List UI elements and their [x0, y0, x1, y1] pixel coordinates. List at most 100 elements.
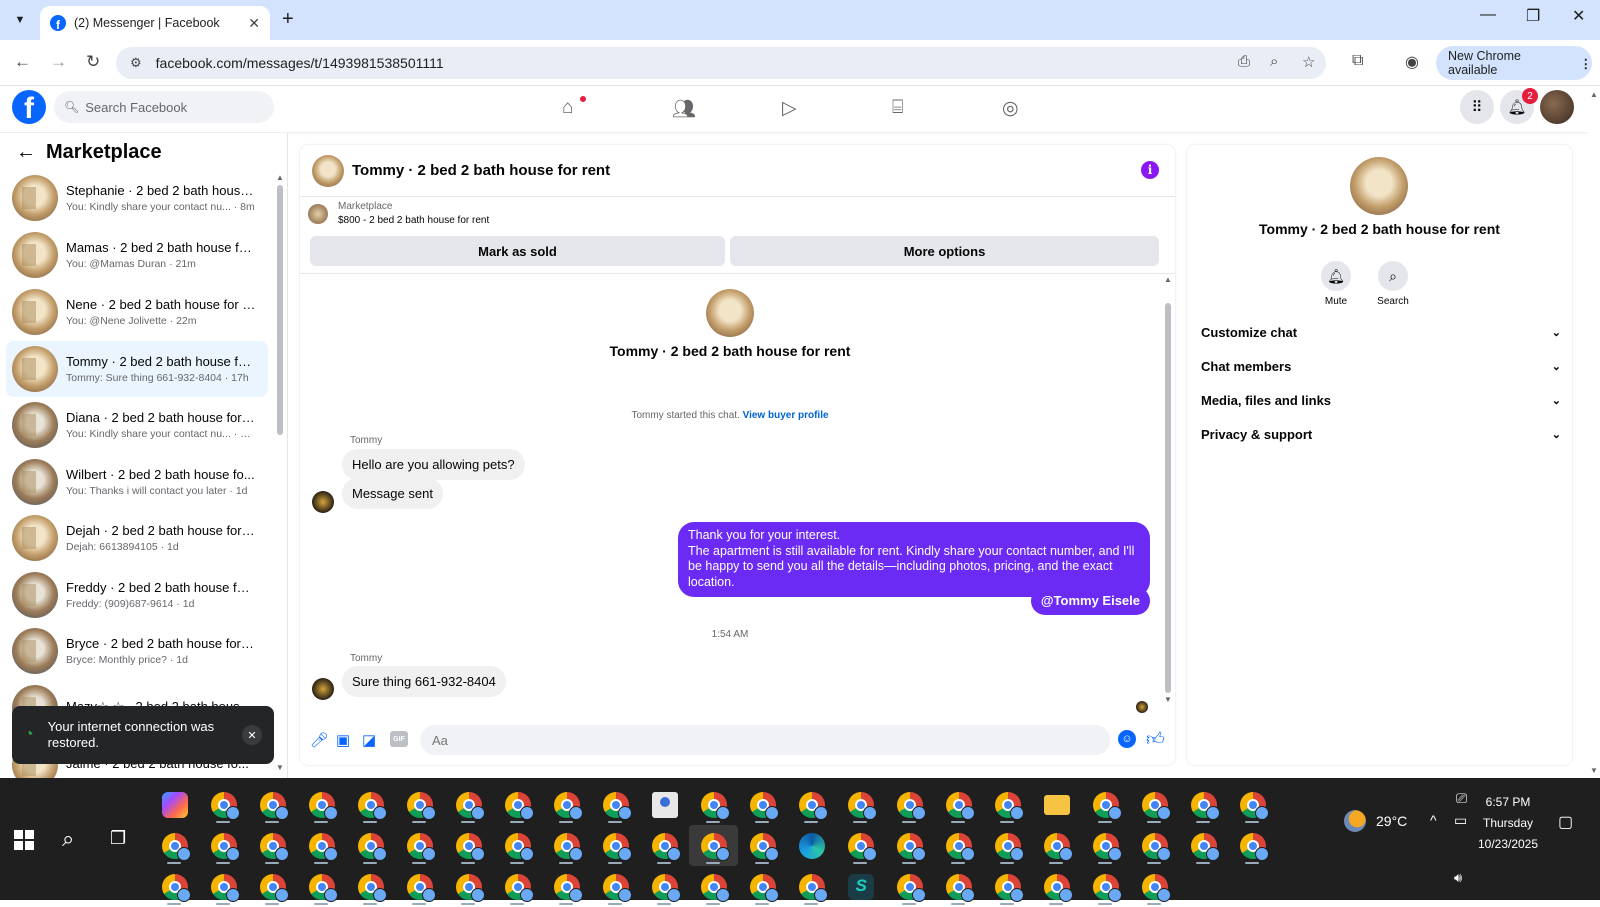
chrome-app-icon[interactable] [640, 866, 689, 907]
scroll-down-arrow-icon[interactable]: ▼ [276, 763, 284, 772]
details-avatar[interactable] [1350, 157, 1408, 215]
scroll-up-arrow-icon[interactable]: ▲ [1590, 90, 1598, 99]
chrome-app-icon[interactable] [542, 825, 591, 866]
mark-as-sold-button[interactable]: Mark as sold [310, 236, 725, 266]
scroll-down-arrow-icon[interactable]: ▼ [1164, 695, 1172, 704]
chrome-app-icon[interactable] [346, 784, 395, 825]
chrome-app-icon[interactable] [1032, 825, 1081, 866]
chrome-app-icon-active[interactable] [689, 825, 738, 866]
back-icon[interactable]: ← [14, 52, 31, 72]
meet-now-icon[interactable]: ⎚ [1456, 790, 1467, 807]
attach-photo-icon[interactable]: ▣ [336, 731, 350, 749]
conversation-item[interactable]: Bryce · 2 bed 2 bath house for r... Bryce… [6, 623, 268, 679]
sender-avatar[interactable] [312, 678, 334, 700]
site-info-icon[interactable]: ⚙ [130, 55, 142, 71]
chrome-app-icon[interactable] [297, 825, 346, 866]
outgoing-message[interactable]: Thank you for your interest. The apartme… [678, 522, 1150, 597]
chrome-app-icon[interactable] [1032, 866, 1081, 907]
chrome-app-icon[interactable] [885, 784, 934, 825]
copilot-app-icon[interactable] [150, 784, 199, 825]
chrome-app-icon[interactable] [1130, 784, 1179, 825]
notification-center-icon[interactable]: ▢ [1558, 812, 1573, 832]
address-bar[interactable]: ⚙ facebook.com/messages/t/14939815385011… [116, 47, 1326, 79]
chrome-app-icon[interactable] [885, 825, 934, 866]
forward-icon[interactable]: → [50, 52, 67, 72]
view-buyer-profile-link[interactable]: View buyer profile [743, 410, 829, 421]
chrome-app-icon[interactable] [738, 784, 787, 825]
chrome-app-icon[interactable] [493, 825, 542, 866]
chrome-app-icon[interactable] [1130, 825, 1179, 866]
chrome-app-icon[interactable] [934, 866, 983, 907]
chrome-app-icon[interactable] [199, 866, 248, 907]
incoming-message[interactable]: Sure thing 661-932-8404 [342, 666, 506, 697]
scroll-up-arrow-icon[interactable]: ▲ [276, 173, 284, 182]
search-in-chat-button[interactable]: ⌕ Search [1363, 261, 1423, 307]
conversation-item[interactable]: Freddy · 2 bed 2 bath house for... Freddy… [6, 567, 268, 623]
chrome-app-icon[interactable] [983, 784, 1032, 825]
zoom-icon[interactable]: ⌕ [1270, 53, 1278, 70]
groups-icon[interactable]: ◎ [1002, 97, 1019, 120]
taskbar-search-icon[interactable]: ⌕ [62, 826, 74, 852]
chrome-app-icon[interactable] [493, 866, 542, 907]
chrome-app-icon[interactable] [150, 825, 199, 866]
conversation-item[interactable]: Mamas · 2 bed 2 bath house for... You: @M… [6, 227, 268, 283]
volume-icon[interactable]: 🔊︎ [1454, 870, 1462, 886]
close-window-icon[interactable]: ✕ [1572, 6, 1585, 26]
maximize-icon[interactable]: ❐ [1526, 6, 1540, 26]
chrome-app-icon[interactable] [836, 825, 885, 866]
facebook-logo-icon[interactable]: f [12, 90, 46, 124]
chrome-app-icon[interactable] [150, 866, 199, 907]
chrome-app-icon[interactable] [1130, 866, 1179, 907]
chrome-app-icon[interactable] [787, 866, 836, 907]
new-chrome-available-button[interactable]: New Chrome available ⋮ [1436, 46, 1592, 80]
chat-members-section[interactable]: Chat members ⌄ [1201, 351, 1561, 381]
surfshark-app-icon[interactable] [836, 866, 885, 907]
chrome-app-icon[interactable] [395, 784, 444, 825]
chat-scroll-thumb[interactable] [1165, 303, 1171, 693]
chrome-app-icon[interactable] [395, 866, 444, 907]
scroll-up-arrow-icon[interactable]: ▲ [1164, 275, 1172, 284]
video-icon[interactable]: ▷ [782, 97, 797, 120]
chrome-app-icon[interactable] [591, 825, 640, 866]
sidebar-scroll-thumb[interactable] [277, 185, 283, 435]
chrome-menu-icon[interactable]: ⋮ [1580, 56, 1593, 71]
conversation-item[interactable]: Nene · 2 bed 2 bath house for r... You: @… [6, 284, 268, 340]
chrome-app-icon[interactable] [591, 784, 640, 825]
home-icon[interactable]: ⌂ [562, 97, 573, 119]
customize-chat-section[interactable]: Customize chat ⌄ [1201, 317, 1561, 347]
profile-avatar[interactable] [706, 289, 754, 337]
chrome-app-icon[interactable] [297, 866, 346, 907]
chrome-app-icon[interactable] [983, 866, 1032, 907]
facebook-search[interactable]: 🔍︎ Search Facebook [54, 91, 274, 123]
gif-icon[interactable]: GIF [390, 731, 408, 747]
chat-avatar[interactable] [312, 154, 344, 187]
chrome-app-icon[interactable] [199, 784, 248, 825]
system-clock[interactable]: 6:57 PM Thursday 10/23/2025 [1468, 792, 1548, 855]
profile-icon[interactable]: ◉ [1405, 52, 1419, 72]
thumbs-up-icon[interactable]: 👍︎ [1146, 728, 1165, 750]
show-hidden-icons-chevron-icon[interactable]: ^ [1430, 812, 1437, 828]
chrome-app-icon[interactable] [444, 784, 493, 825]
mute-button[interactable]: 🔔︎ Mute [1306, 261, 1366, 307]
account-avatar[interactable] [1540, 90, 1574, 124]
chrome-app-icon[interactable] [248, 825, 297, 866]
chat-title[interactable]: Tommy · 2 bed 2 bath house for rent [352, 162, 610, 179]
chrome-app-icon[interactable] [248, 866, 297, 907]
chrome-app-icon[interactable] [934, 825, 983, 866]
conversation-item[interactable]: Dejah · 2 bed 2 bath house for r... Dejah… [6, 510, 268, 566]
chrome-app-icon[interactable] [738, 866, 787, 907]
message-input[interactable] [420, 725, 1110, 755]
chrome-app-icon[interactable] [542, 866, 591, 907]
network-icon[interactable]: ▭ [1454, 812, 1467, 829]
chrome-app-icon[interactable] [346, 866, 395, 907]
close-tab-icon[interactable]: ✕ [248, 15, 260, 32]
chrome-app-icon[interactable] [591, 866, 640, 907]
privacy-support-section[interactable]: Privacy & support ⌄ [1201, 419, 1561, 449]
close-toast-icon[interactable]: ✕ [242, 725, 262, 745]
sender-avatar[interactable] [312, 491, 334, 513]
chrome-app-icon[interactable] [248, 784, 297, 825]
chrome-app-icon[interactable] [640, 825, 689, 866]
task-view-icon[interactable]: ❐ [110, 828, 126, 849]
microphone-icon[interactable]: 🎤︎ [310, 731, 329, 749]
listing-info[interactable]: Marketplace $800 - 2 bed 2 bath house fo… [308, 201, 489, 226]
